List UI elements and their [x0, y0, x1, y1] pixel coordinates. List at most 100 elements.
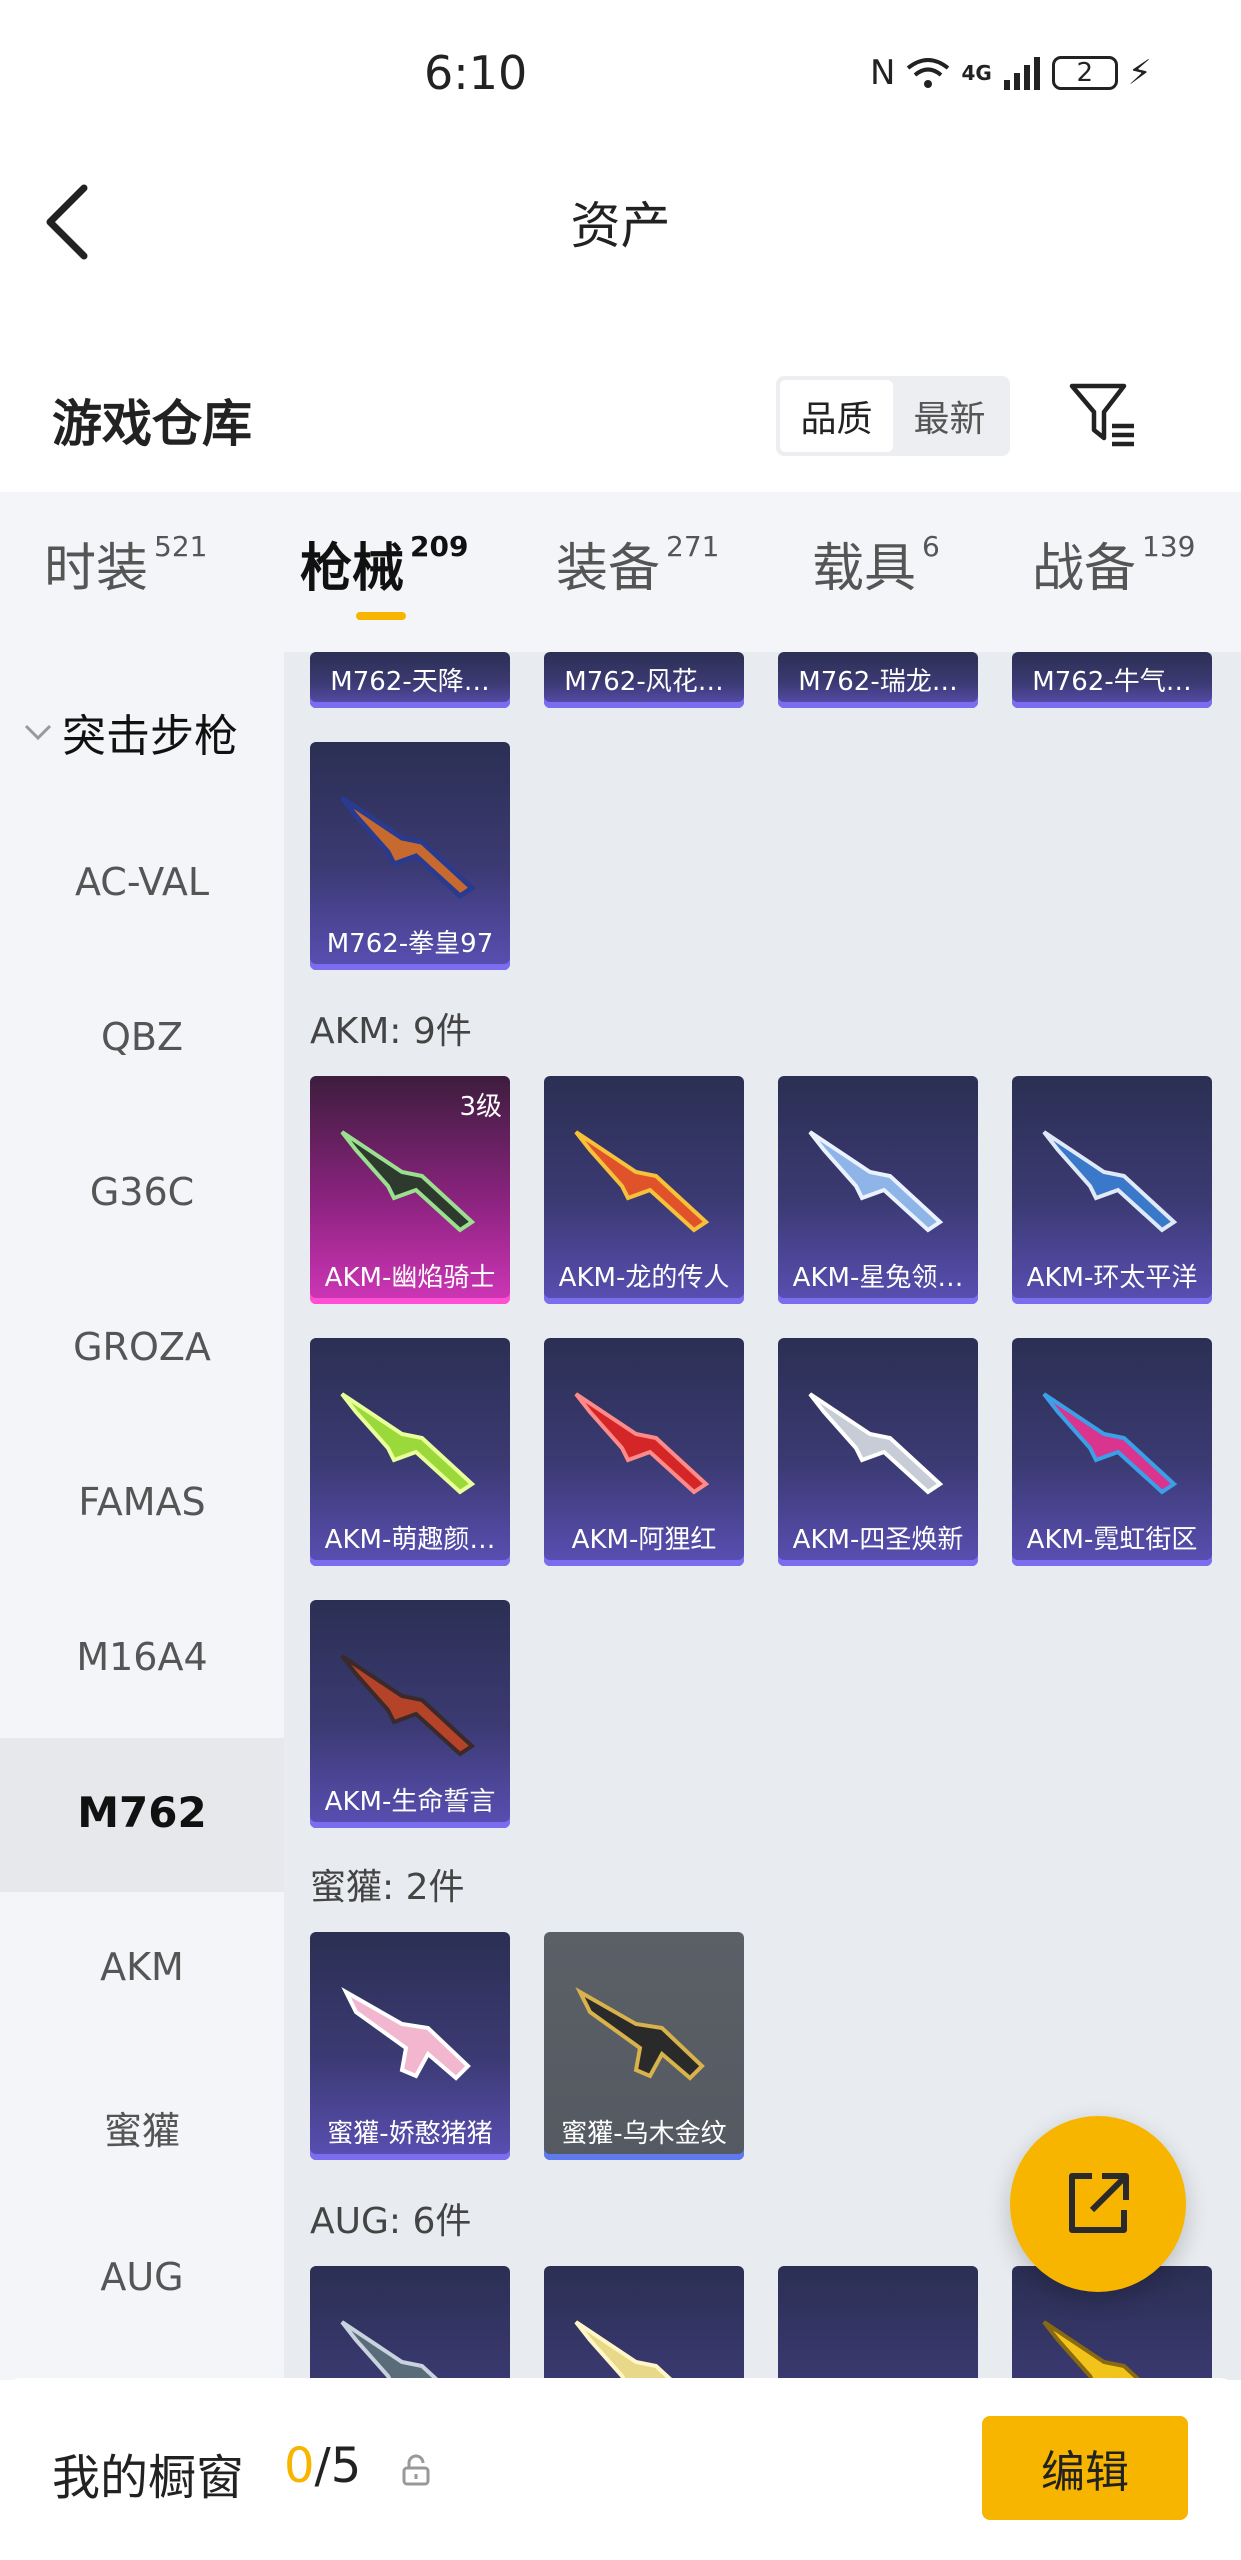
signal-icon	[1003, 57, 1040, 90]
status-time: 6:10	[424, 46, 528, 100]
tab-count: 6	[922, 530, 940, 563]
sidebar-item-famas[interactable]: FAMAS	[0, 1480, 284, 1524]
weapon-card[interactable]: AKM-龙的传人	[544, 1076, 744, 1304]
smg-icon	[575, 1986, 705, 2081]
rifle-icon	[340, 795, 477, 900]
weapon-name: AKM-幽焰骑士	[324, 1263, 496, 1293]
share-button[interactable]	[1010, 2116, 1186, 2292]
sidebar-item-m16a4[interactable]: M16A4	[0, 1635, 284, 1679]
weapon-name: AKM-生命誓言	[324, 1787, 496, 1817]
rifle-icon	[340, 1130, 476, 1233]
rifle-icon	[340, 2320, 441, 2380]
nfc-icon: N	[870, 53, 896, 93]
weapon-name: AKM-龙的传人	[558, 1263, 730, 1293]
tab-count: 139	[1142, 530, 1196, 563]
sidebar-group-label: 突击步枪	[62, 711, 238, 762]
weapon-name: AKM-四圣焕新	[792, 1525, 964, 1555]
filter-icon	[1069, 383, 1134, 447]
weapon-card[interactable]: AKM-阿狸红	[544, 1338, 744, 1566]
tab-weapons[interactable]: 枪械 209	[300, 526, 468, 601]
rifle-icon	[574, 1392, 710, 1495]
sidebar-item-qbz[interactable]: QBZ	[0, 1015, 284, 1059]
tab-count: 209	[410, 530, 469, 563]
weapon-card[interactable]	[310, 2266, 510, 2380]
chevron-down-icon	[24, 724, 52, 741]
weapon-name: AKM-星兔领…	[792, 1263, 964, 1293]
group-label-akm: AKM: 9件	[310, 1011, 472, 1052]
group-label-honey-badger: 蜜獾: 2件	[310, 1867, 465, 1908]
weapon-card[interactable]: AKM-生命誓言	[310, 1600, 510, 1828]
charging-icon: ⚡	[1127, 53, 1152, 93]
tab-label: 枪械	[300, 539, 405, 599]
weapon-name: M762-瑞龙…	[798, 667, 958, 697]
weapon-card[interactable]: AKM-萌趣颜…	[310, 1338, 510, 1566]
sidebar-item-akm[interactable]: AKM	[0, 1945, 284, 1989]
weapon-name: 蜜獾-娇憨猪猪	[327, 2119, 493, 2149]
filter-button[interactable]	[1068, 380, 1138, 450]
page-title: 资产	[570, 197, 671, 255]
smg-icon	[341, 1986, 471, 2081]
tab-count: 521	[154, 530, 208, 563]
sort-latest-button[interactable]: 最新	[893, 380, 1006, 452]
tab-label: 装备	[556, 539, 661, 599]
tab-supplies[interactable]: 战备 139	[1032, 526, 1195, 601]
sidebar-item-g36c[interactable]: G36C	[0, 1170, 284, 1214]
weapon-card[interactable]: M762-天降…	[310, 652, 510, 708]
weapon-card[interactable]: AKM-环太平洋	[1012, 1076, 1212, 1304]
weapon-card[interactable]: 蜜獾-乌木金纹	[544, 1932, 744, 2160]
rifle-icon	[574, 1130, 710, 1233]
showcase-count: 0/5	[284, 2438, 361, 2494]
showcase-current: 0	[284, 2438, 315, 2494]
weapon-card[interactable]: AKM-霓虹街区	[1012, 1338, 1212, 1566]
weapon-card[interactable]: M762-风花…	[544, 652, 744, 708]
sidebar-item-honey-badger[interactable]: 蜜獾	[0, 2100, 284, 2155]
sort-quality-button[interactable]: 品质	[780, 380, 893, 452]
weapon-name: M762-天降…	[330, 667, 490, 697]
status-icons: N 4G 2 ⚡	[870, 48, 1152, 98]
rifle-icon	[574, 2320, 675, 2380]
weapon-name: AKM-阿狸红	[571, 1525, 717, 1555]
tab-vehicles[interactable]: 载具 6	[812, 526, 940, 601]
tab-equipment[interactable]: 装备 271	[556, 526, 719, 601]
wifi-icon	[907, 58, 950, 88]
rifle-icon	[808, 1130, 944, 1233]
warehouse-title: 游戏仓库	[52, 395, 252, 453]
external-link-icon	[1069, 2173, 1129, 2233]
rifle-icon	[340, 1392, 476, 1495]
sidebar-item-ac-val[interactable]: AC-VAL	[0, 860, 284, 904]
sidebar-item-m762[interactable]: M762	[0, 1788, 284, 1837]
weapon-card[interactable]: M762-拳皇97	[310, 742, 510, 970]
weapon-card[interactable]: AKM-四圣焕新	[778, 1338, 978, 1566]
weapon-card[interactable]: M762-瑞龙…	[778, 652, 978, 708]
weapon-name: 蜜獾-乌木金纹	[561, 2119, 727, 2149]
weapon-card[interactable]: M762-牛气…	[1012, 652, 1212, 708]
sort-toggle: 品质 最新	[776, 376, 1010, 456]
sidebar-item-groza[interactable]: GROZA	[0, 1325, 284, 1369]
battery-icon: 2	[1051, 56, 1118, 90]
weapon-name: AKM-环太平洋	[1026, 1263, 1198, 1293]
weapon-card[interactable]	[778, 2266, 978, 2380]
group-label-aug: AUG: 6件	[310, 2201, 472, 2242]
weapon-card[interactable]: AKM-星兔领…	[778, 1076, 978, 1304]
rifle-icon	[1042, 2320, 1143, 2380]
rifle-icon	[1042, 1130, 1178, 1233]
tab-count: 271	[666, 530, 720, 563]
weapon-name: M762-拳皇97	[326, 929, 494, 959]
sidebar-group-header[interactable]: 突击步枪	[24, 700, 238, 764]
battery-level: 2	[1076, 58, 1094, 88]
tab-label: 载具	[812, 539, 917, 599]
network-label: 4G	[961, 61, 992, 85]
weapon-name: M762-风花…	[564, 667, 724, 697]
weapon-card[interactable]: 蜜獾-娇憨猪猪	[310, 1932, 510, 2160]
weapon-card[interactable]	[544, 2266, 744, 2380]
weapon-card[interactable]: 3级 AKM-幽焰骑士	[310, 1076, 510, 1304]
tab-fashion[interactable]: 时装 521	[44, 526, 207, 601]
edit-button[interactable]: 编辑	[982, 2416, 1188, 2520]
sidebar-item-aug[interactable]: AUG	[0, 2255, 284, 2299]
weapon-name: AKM-萌趣颜…	[324, 1525, 496, 1555]
rifle-icon	[340, 1654, 476, 1757]
tab-label: 时装	[44, 539, 149, 599]
lock-icon	[398, 2452, 434, 2488]
active-tab-indicator	[356, 612, 406, 620]
rifle-icon	[808, 1392, 944, 1495]
